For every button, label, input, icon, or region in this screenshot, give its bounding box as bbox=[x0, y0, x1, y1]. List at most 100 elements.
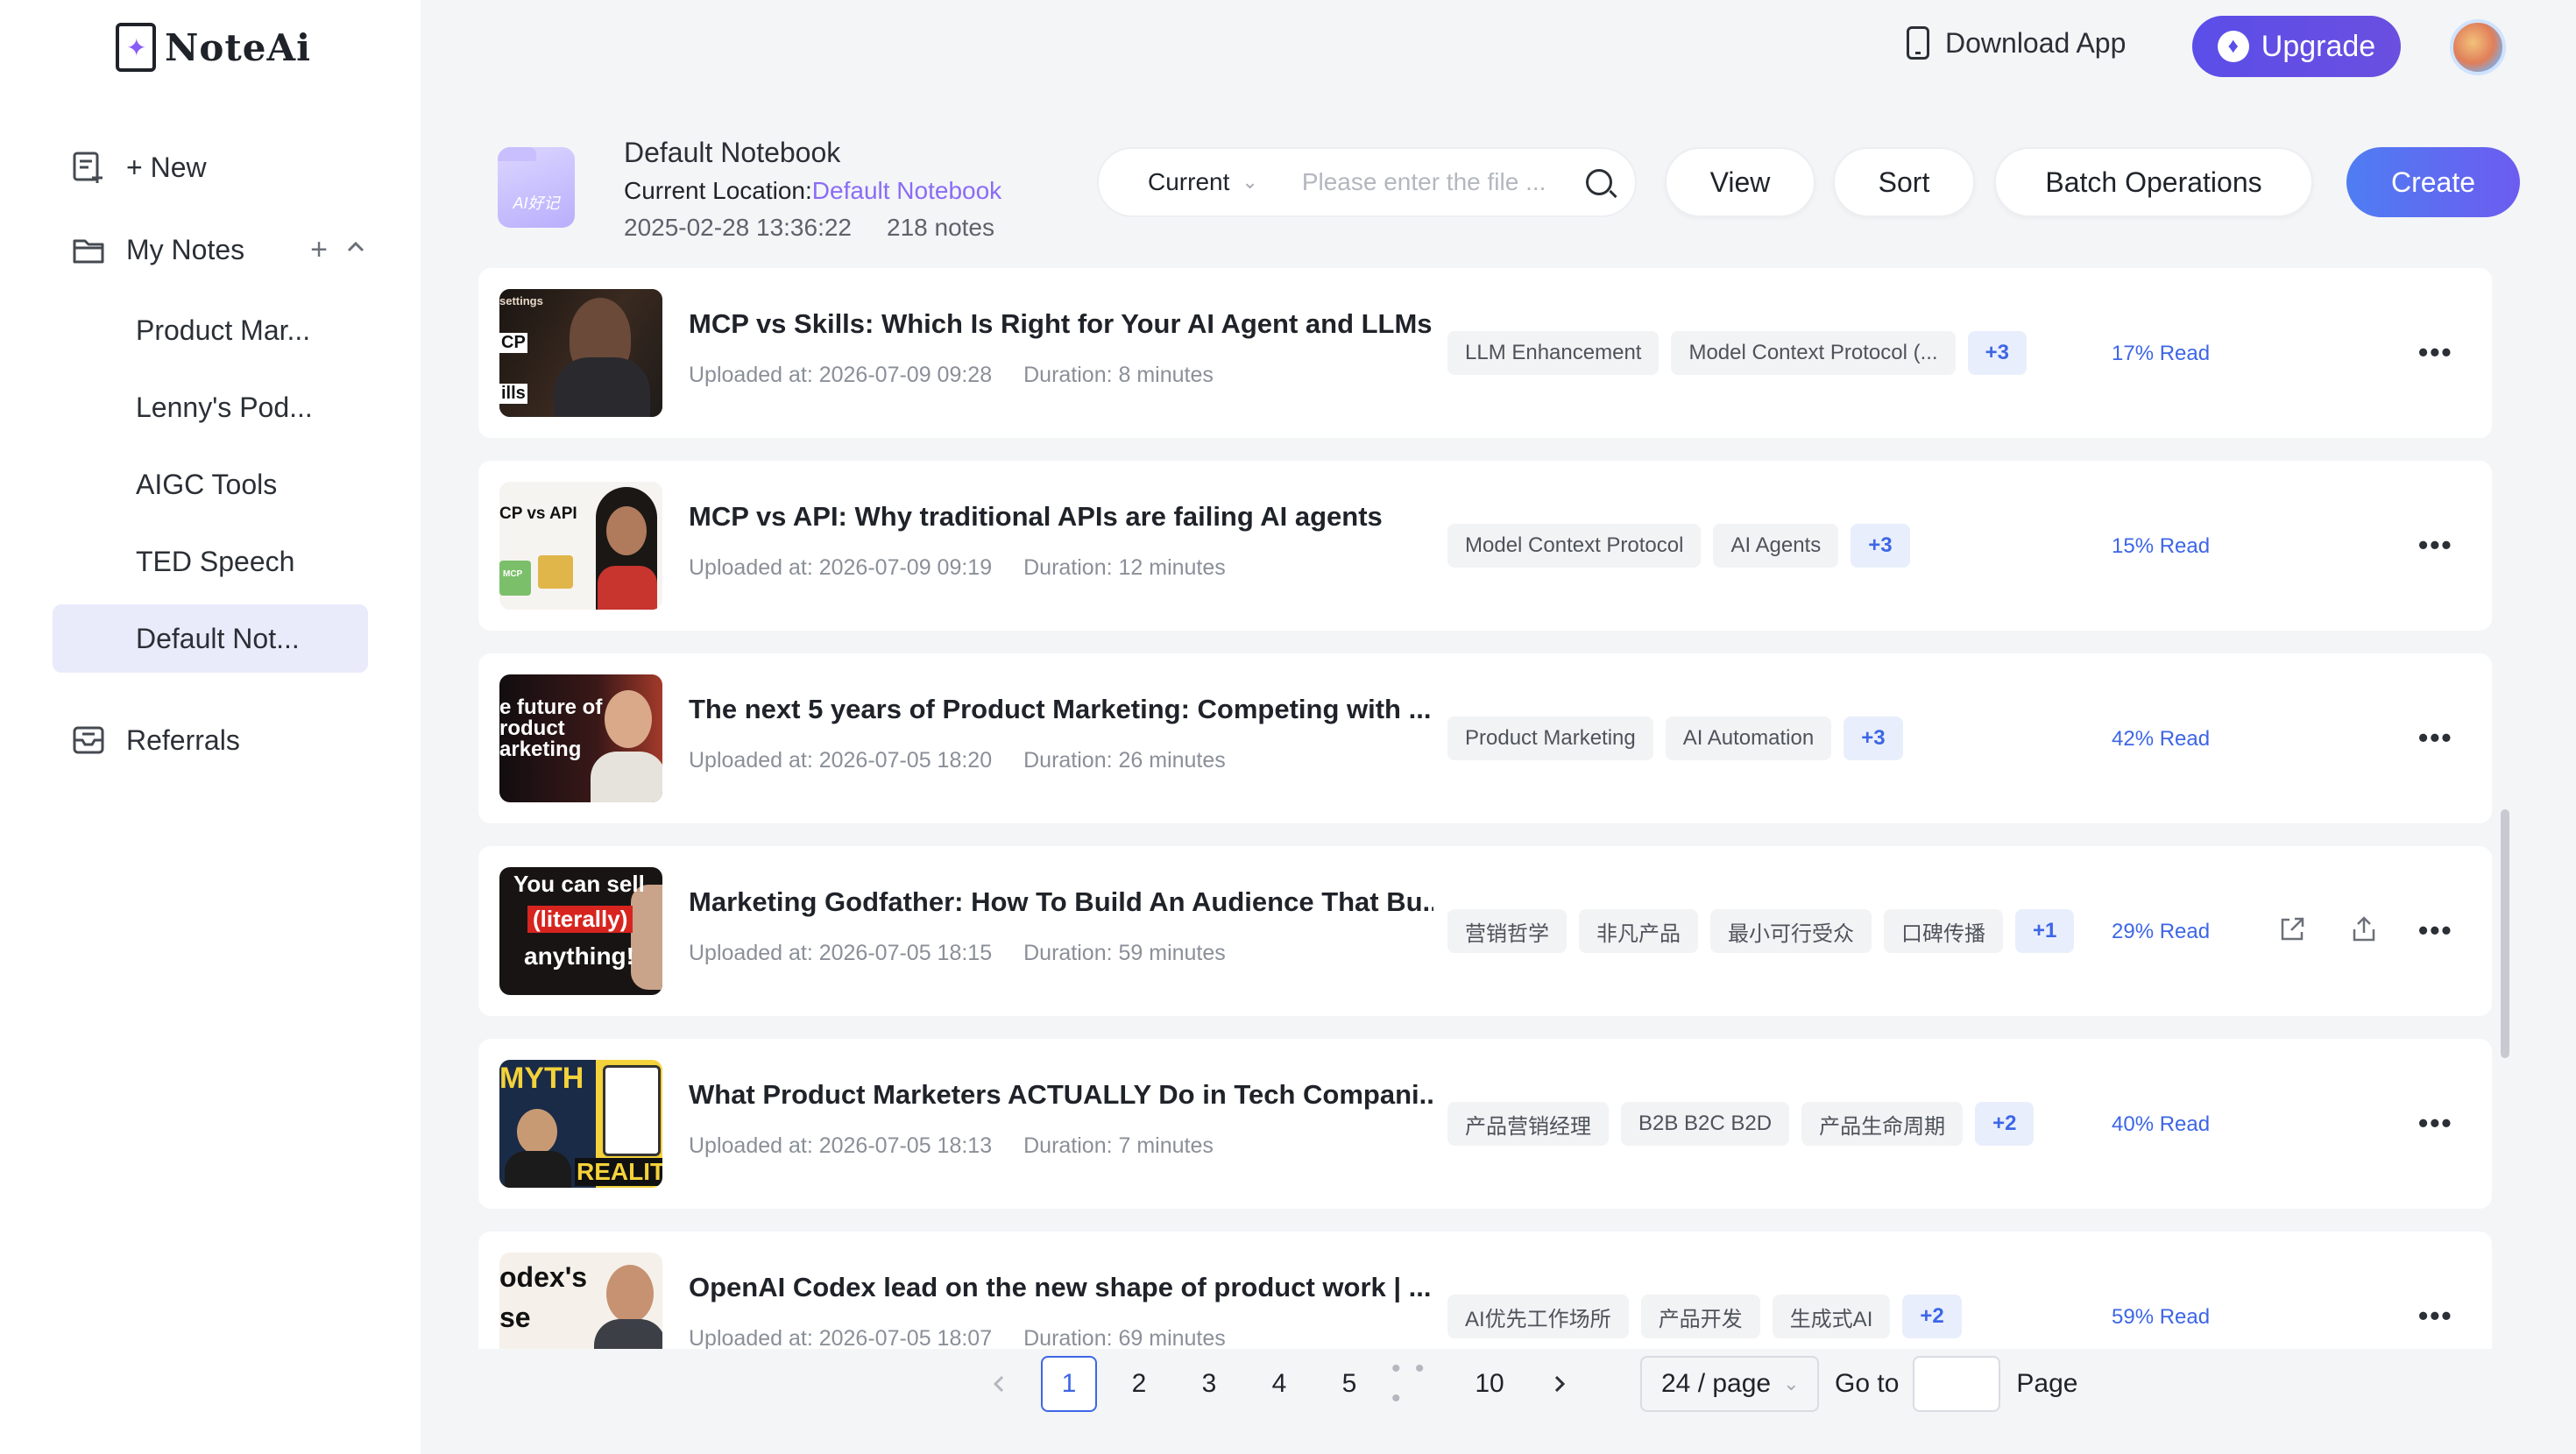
more-tags-badge[interactable]: +1 bbox=[2015, 909, 2075, 953]
page-size-value: 24 / page bbox=[1661, 1369, 1772, 1398]
read-progress: 29% Read bbox=[2112, 920, 2211, 943]
download-app-button[interactable]: Download App bbox=[1907, 26, 2126, 60]
note-card[interactable]: CP vs API MCP MCP vs API: Why traditiona… bbox=[478, 461, 2492, 631]
page-button[interactable]: 10 bbox=[1461, 1356, 1518, 1412]
more-options-icon[interactable]: ••• bbox=[2418, 914, 2453, 947]
prev-page-icon[interactable] bbox=[971, 1356, 1027, 1412]
note-tag[interactable]: Model Context Protocol bbox=[1447, 524, 1702, 568]
more-options-icon[interactable]: ••• bbox=[2418, 529, 2453, 561]
note-title[interactable]: Marketing Godfather: How To Build An Aud… bbox=[689, 886, 1433, 918]
page-ellipsis[interactable]: • • • bbox=[1391, 1354, 1447, 1413]
goto-page-input[interactable] bbox=[1913, 1356, 2001, 1412]
list-scrollbar-track[interactable] bbox=[2499, 263, 2511, 1349]
more-tags-badge[interactable]: +2 bbox=[1975, 1102, 2035, 1146]
note-tag[interactable]: 产品营销经理 bbox=[1447, 1102, 1609, 1146]
pagination: 1 2 3 4 5 • • • 10 24 / page ⌄ Go to Pag… bbox=[971, 1354, 2077, 1413]
more-options-icon[interactable]: ••• bbox=[2418, 336, 2453, 369]
new-note-button[interactable]: + New bbox=[53, 133, 368, 201]
folder-item-ted-speech[interactable]: TED Speech bbox=[53, 527, 368, 596]
search-input[interactable] bbox=[1301, 168, 1565, 196]
note-tag[interactable]: 最小可行受众 bbox=[1710, 909, 1872, 953]
note-tag[interactable]: 营销哲学 bbox=[1447, 909, 1567, 953]
note-card[interactable]: e future of roduct arketing The next 5 y… bbox=[478, 653, 2492, 823]
note-title[interactable]: MCP vs Skills: Which Is Right for Your A… bbox=[689, 308, 1433, 340]
note-tag[interactable]: 非凡产品 bbox=[1579, 909, 1698, 953]
notebook-title: Default Notebook bbox=[624, 137, 841, 168]
more-tags-badge[interactable]: +3 bbox=[1844, 716, 1903, 760]
more-options-icon[interactable]: ••• bbox=[2418, 1107, 2453, 1140]
location-link[interactable]: Default Notebook bbox=[812, 177, 1001, 204]
note-card[interactable]: odex's se OpenAI Codex lead on the new s… bbox=[478, 1232, 2492, 1349]
note-thumbnail: MYTH REALIT bbox=[499, 1060, 662, 1188]
view-button[interactable]: View bbox=[1665, 147, 1815, 217]
thumbnail-text: anything! bbox=[524, 942, 634, 970]
note-duration: Duration: 8 minutes bbox=[1023, 363, 1214, 387]
more-tags-badge[interactable]: +3 bbox=[1967, 331, 2027, 375]
current-location: Current Location:Default Notebook bbox=[624, 177, 1001, 205]
app-logo[interactable]: NoteAi bbox=[116, 23, 311, 72]
thumbnail-text: e future of roduct arketing bbox=[499, 695, 603, 761]
note-tag[interactable]: 生成式AI bbox=[1772, 1295, 1891, 1338]
new-note-label: + New bbox=[126, 151, 207, 183]
note-tags: LLM Enhancement Model Context Protocol (… bbox=[1447, 331, 2027, 375]
search-scope-select[interactable]: Current ⌄ bbox=[1148, 168, 1258, 196]
create-button[interactable]: Create bbox=[2346, 147, 2520, 217]
note-tag[interactable]: 产品生命周期 bbox=[1801, 1102, 1964, 1146]
note-card[interactable]: You can sell (literally) anything! Marke… bbox=[478, 846, 2492, 1016]
note-tag[interactable]: AI优先工作场所 bbox=[1447, 1295, 1629, 1338]
folder-label: TED Speech bbox=[136, 545, 295, 577]
note-tag[interactable]: AI Automation bbox=[1665, 716, 1832, 760]
folder-item-aigc-tools[interactable]: AIGC Tools bbox=[53, 450, 368, 519]
note-card[interactable]: MYTH REALIT What Product Marketers ACTUA… bbox=[478, 1039, 2492, 1209]
upgrade-label: Upgrade bbox=[2261, 29, 2376, 63]
more-options-icon[interactable]: ••• bbox=[2418, 722, 2453, 754]
thumbnail-text: odex's bbox=[499, 1261, 588, 1293]
note-title[interactable]: MCP vs API: Why traditional APIs are fai… bbox=[689, 501, 1433, 533]
note-tag[interactable]: 产品开发 bbox=[1640, 1295, 1760, 1338]
thumbnail-text: MCP bbox=[503, 569, 523, 579]
note-tag[interactable]: B2B B2C B2D bbox=[1621, 1102, 1790, 1146]
list-scrollbar-thumb[interactable] bbox=[2501, 809, 2509, 1058]
more-tags-badge[interactable]: +2 bbox=[1902, 1295, 1962, 1338]
note-title[interactable]: OpenAI Codex lead on the new shape of pr… bbox=[689, 1272, 1433, 1303]
note-card[interactable]: settings CP ills MCP vs Skills: Which Is… bbox=[478, 268, 2492, 438]
note-tag[interactable]: 口碑传播 bbox=[1884, 909, 2003, 953]
more-tags-badge[interactable]: +3 bbox=[1851, 524, 1910, 568]
user-avatar[interactable] bbox=[2450, 19, 2506, 75]
more-options-icon[interactable]: ••• bbox=[2418, 1300, 2453, 1332]
sidebar: NoteAi + New My Notes + Product Mar... L… bbox=[0, 0, 421, 1454]
notebook-meta: 2025-02-28 13:36:22 218 notes bbox=[624, 214, 994, 242]
upgrade-button[interactable]: ♦ Upgrade bbox=[2192, 16, 2401, 77]
referrals-link[interactable]: Referrals bbox=[53, 706, 368, 774]
folder-item-default-notebook[interactable]: Default Not... bbox=[53, 604, 368, 673]
note-title[interactable]: What Product Marketers ACTUALLY Do in Te… bbox=[689, 1079, 1433, 1111]
share-icon[interactable] bbox=[2348, 914, 2380, 946]
page-button[interactable]: 1 bbox=[1041, 1356, 1097, 1412]
collapse-chevron-icon[interactable] bbox=[343, 233, 368, 267]
search-icon[interactable] bbox=[1586, 169, 1612, 195]
note-tag[interactable]: Product Marketing bbox=[1447, 716, 1653, 760]
note-title[interactable]: The next 5 years of Product Marketing: C… bbox=[689, 694, 1433, 725]
page-button[interactable]: 5 bbox=[1321, 1356, 1377, 1412]
open-external-icon[interactable] bbox=[2276, 914, 2308, 946]
page-button[interactable]: 2 bbox=[1111, 1356, 1167, 1412]
my-notes-section[interactable]: My Notes + bbox=[53, 215, 368, 284]
thumbnail-text: You can sell bbox=[513, 871, 645, 897]
note-tag[interactable]: Model Context Protocol (... bbox=[1671, 331, 1956, 375]
batch-operations-button[interactable]: Batch Operations bbox=[1994, 147, 2313, 217]
page-size-select[interactable]: 24 / page ⌄ bbox=[1640, 1356, 1819, 1412]
folder-item-product-marketing[interactable]: Product Mar... bbox=[53, 296, 368, 364]
note-tags: Product Marketing AI Automation +3 bbox=[1447, 716, 1903, 760]
sort-button[interactable]: Sort bbox=[1833, 147, 1975, 217]
add-folder-icon[interactable]: + bbox=[310, 233, 328, 267]
note-tag[interactable]: LLM Enhancement bbox=[1447, 331, 1660, 375]
note-uploaded: Uploaded at: 2026-07-05 18:15 bbox=[689, 941, 993, 965]
page-button[interactable]: 3 bbox=[1181, 1356, 1237, 1412]
my-notes-label: My Notes bbox=[126, 233, 245, 265]
next-page-icon[interactable] bbox=[1532, 1356, 1588, 1412]
note-tag[interactable]: AI Agents bbox=[1713, 524, 1839, 568]
folder-item-lennys-podcast[interactable]: Lenny's Pod... bbox=[53, 373, 368, 441]
note-meta: Uploaded at: 2026-07-09 09:19 Duration: … bbox=[689, 555, 1226, 581]
note-uploaded: Uploaded at: 2026-07-05 18:13 bbox=[689, 1133, 993, 1158]
page-button[interactable]: 4 bbox=[1251, 1356, 1307, 1412]
